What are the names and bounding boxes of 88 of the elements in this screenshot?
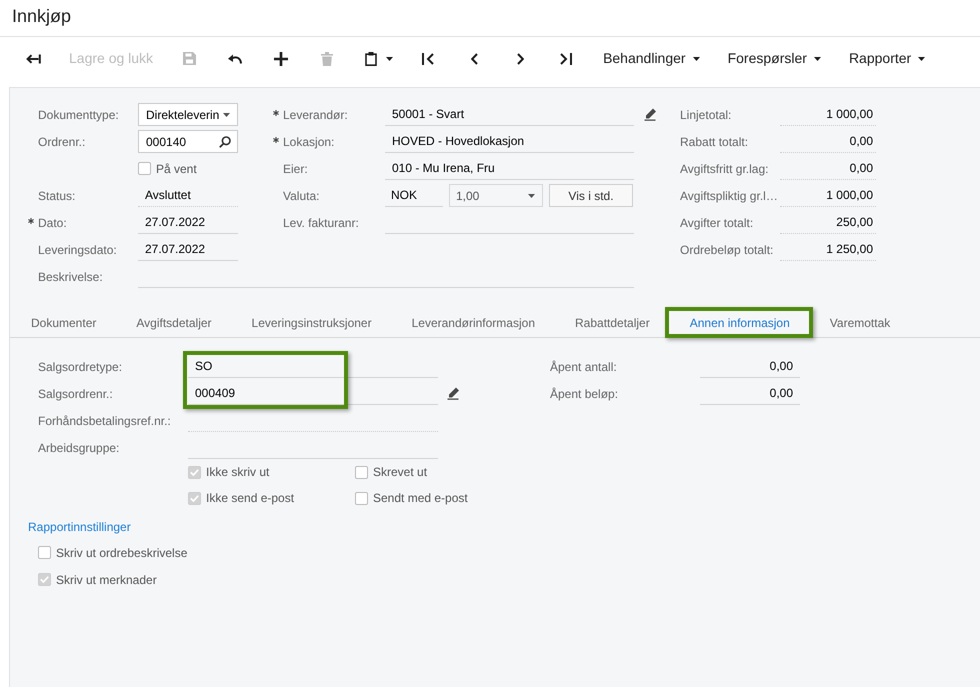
back-arrow-icon bbox=[26, 54, 40, 64]
total-value: 0,00 bbox=[780, 130, 876, 153]
field-value: Avsluttet bbox=[138, 184, 238, 207]
pencil-icon[interactable] bbox=[644, 108, 657, 121]
total-value: 0,00 bbox=[700, 355, 800, 378]
tab[interactable]: Annen informasjon bbox=[670, 308, 810, 337]
input-field[interactable]: 010 - Mu Irena, Fru bbox=[385, 157, 634, 180]
field-label: Leveringsdato: bbox=[38, 242, 117, 258]
chevron-right-icon bbox=[516, 52, 524, 64]
checkmark-icon bbox=[190, 494, 199, 502]
chevron-left-bar-icon bbox=[422, 52, 434, 64]
select-field[interactable]: Direkteleverin bbox=[138, 103, 238, 126]
total-value: 1 000,00 bbox=[780, 184, 876, 207]
tab[interactable]: Leveringsinstruksjoner bbox=[232, 308, 392, 337]
checkbox-label: Sendt med e-post bbox=[373, 490, 468, 507]
lookup-field[interactable]: 000140 bbox=[138, 130, 238, 153]
trash-icon bbox=[321, 52, 334, 66]
checkbox[interactable] bbox=[188, 492, 201, 504]
total-value: 0,00 bbox=[700, 382, 800, 405]
caret-icon bbox=[223, 112, 230, 116]
input-field[interactable]: NOK bbox=[385, 184, 443, 207]
view-button[interactable]: Vis i std. bbox=[549, 184, 633, 207]
select-field[interactable]: 1,00 bbox=[449, 184, 543, 207]
field-label: Ordrenr.: bbox=[38, 134, 86, 150]
menu-button[interactable]: Forespørsler bbox=[714, 38, 835, 80]
checkbox[interactable] bbox=[188, 466, 201, 478]
total-label: Rabatt totalt: bbox=[680, 134, 748, 148]
checkbox-label: Ikke skriv ut bbox=[206, 464, 270, 481]
section-heading: Rapportinnstillinger bbox=[28, 519, 131, 536]
field-label: Status: bbox=[38, 188, 76, 204]
checkbox[interactable] bbox=[355, 492, 368, 504]
field-label: Arbeidsgruppe: bbox=[38, 440, 120, 454]
field-label: Leverandør: bbox=[283, 106, 348, 124]
input-field[interactable]: 000409 bbox=[188, 382, 438, 405]
input-field[interactable]: SO bbox=[188, 355, 438, 378]
save-icon bbox=[182, 52, 196, 65]
tab[interactable]: Dokumenter bbox=[11, 308, 116, 337]
checkbox[interactable] bbox=[138, 162, 151, 175]
total-label: Avgifter totalt: bbox=[680, 216, 754, 230]
undo-icon bbox=[228, 54, 242, 64]
checkmark-icon bbox=[190, 468, 199, 476]
chevron-left-icon bbox=[470, 52, 478, 64]
field-label: Valuta: bbox=[283, 188, 320, 204]
total-label: Ordrebeløp totalt: bbox=[680, 242, 774, 256]
input-field[interactable]: 27.07.2022 bbox=[138, 211, 238, 234]
checkbox[interactable] bbox=[38, 546, 51, 559]
search-icon bbox=[219, 136, 231, 148]
total-label: Åpent beløp: bbox=[550, 386, 618, 400]
total-label: Linjetotal: bbox=[680, 108, 732, 122]
pencil-icon[interactable] bbox=[447, 387, 460, 400]
tab[interactable]: Varemottak bbox=[810, 308, 910, 337]
total-value: 0,00 bbox=[780, 157, 876, 180]
plus-icon bbox=[274, 52, 288, 66]
page-title: Innkjøp bbox=[12, 4, 72, 26]
total-value: 1 250,00 bbox=[780, 238, 876, 261]
field-label: Salgsordretype: bbox=[38, 360, 122, 374]
input-field[interactable]: 27.07.2022 bbox=[138, 238, 238, 261]
total-value: 250,00 bbox=[780, 211, 876, 234]
tab[interactable]: Avgiftsdetaljer bbox=[116, 308, 232, 337]
checkbox-label: Skrevet ut bbox=[373, 464, 428, 481]
input-field[interactable]: HOVED - Hovedlokasjon bbox=[385, 130, 634, 153]
total-label: Avgiftspliktig gr.l… bbox=[680, 188, 778, 202]
chevron-right-bar-icon bbox=[560, 52, 572, 64]
checkbox-label: Ikke send e-post bbox=[206, 490, 294, 507]
menu-button[interactable]: Behandlinger bbox=[589, 38, 714, 80]
tab[interactable]: Leverandørinformasjon bbox=[392, 308, 555, 337]
total-label: Avgiftsfritt gr.lag: bbox=[680, 162, 768, 176]
checkbox-label: Skriv ut ordrebeskrivelse bbox=[56, 544, 188, 562]
total-value: 1 000,00 bbox=[780, 103, 876, 126]
checkmark-icon bbox=[40, 576, 49, 583]
checkbox[interactable] bbox=[355, 466, 368, 478]
field-label: Eier: bbox=[283, 160, 308, 178]
field-label: Salgsordrenr.: bbox=[38, 386, 113, 400]
checkbox-label: På vent bbox=[156, 160, 197, 178]
field-label: Lev. fakturanr: bbox=[283, 214, 359, 232]
checkbox[interactable] bbox=[38, 573, 51, 586]
field-label: Forhåndsbetalingsref.nr.: bbox=[38, 414, 171, 428]
field-label: Beskrivelse: bbox=[38, 268, 103, 286]
field-label: Lokasjon: bbox=[283, 134, 334, 150]
caret-icon bbox=[528, 194, 535, 198]
menu-button[interactable]: Rapporter bbox=[834, 38, 940, 80]
tab[interactable]: Rabattdetaljer bbox=[555, 308, 670, 337]
total-label: Åpent antall: bbox=[550, 360, 617, 374]
clipboard-icon bbox=[365, 52, 378, 66]
checkbox-label: Skriv ut merknader bbox=[56, 572, 157, 588]
field-label: Dokumenttype: bbox=[38, 106, 119, 124]
field-label: Dato: bbox=[38, 214, 67, 232]
input-field[interactable]: 50001 - Svart bbox=[385, 103, 634, 126]
